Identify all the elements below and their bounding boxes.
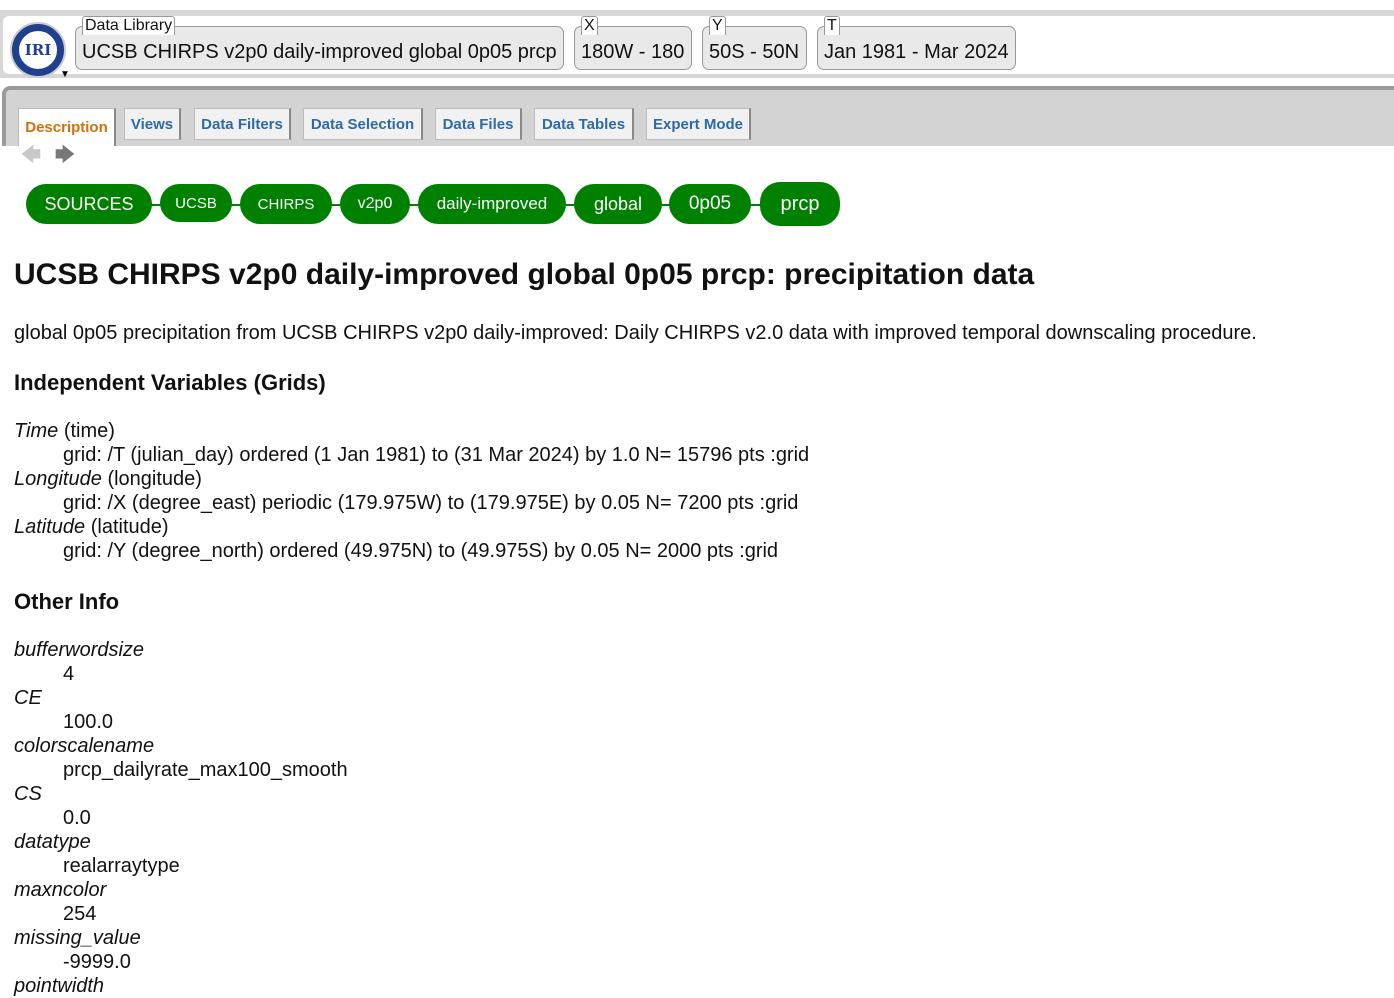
info-key: bufferwordsize <box>14 639 145 661</box>
variable-time: Time (time) <box>14 420 115 443</box>
variable-time-grid: grid: /T (julian_day) ordered (1 Jan 198… <box>63 444 810 466</box>
variable-time-name: Time <box>14 420 59 442</box>
breadcrumb-v2p0[interactable]: v2p0 <box>340 184 410 224</box>
breadcrumb-daily-improved[interactable]: daily-improved <box>418 184 566 224</box>
y-range-value: 50S - 50N <box>709 41 800 63</box>
info-key: CS <box>14 783 42 805</box>
back-arrow-icon[interactable]: 🡄 <box>20 144 42 168</box>
t-range-label: T <box>824 16 840 35</box>
tab-data-filters[interactable]: Data Filters <box>194 108 291 140</box>
variable-time-paren: (time) <box>63 420 115 442</box>
info-value: prcp_dailyrate_max100_smooth <box>63 759 348 781</box>
info-value: -9999.0 <box>63 951 131 973</box>
breadcrumb-sources[interactable]: SOURCES <box>26 184 152 224</box>
dataset-field[interactable]: Data Library UCSB CHIRPS v2p0 daily-impr… <box>75 16 564 70</box>
tab-data-files[interactable]: Data Files <box>435 108 522 140</box>
x-range-label: X <box>581 16 598 35</box>
dataset-field-value: UCSB CHIRPS v2p0 daily-improved global 0… <box>82 41 557 63</box>
x-range-field[interactable]: X 180W - 180 <box>574 16 692 70</box>
page-title: UCSB CHIRPS v2p0 daily-improved global 0… <box>14 258 1035 291</box>
variable-longitude-name: Longitude <box>14 468 102 490</box>
info-value: 4 <box>63 663 75 685</box>
iri-logo-text: IRI <box>17 29 59 71</box>
variable-latitude-paren: (latitude) <box>90 516 169 538</box>
iri-logo[interactable]: IRI <box>10 22 66 78</box>
x-range-value: 180W - 180 <box>581 41 685 63</box>
tab-expert-mode[interactable]: Expert Mode <box>646 108 751 140</box>
info-value: 100.0 <box>63 711 114 733</box>
variable-latitude: Latitude (latitude) <box>14 516 169 539</box>
breadcrumb-0p05[interactable]: 0p05 <box>669 184 751 224</box>
breadcrumb-global[interactable]: global <box>574 184 662 224</box>
info-value: 254 <box>63 903 97 925</box>
tab-views[interactable]: Views <box>124 108 181 140</box>
info-key: CE <box>14 687 42 709</box>
t-range-field[interactable]: T Jan 1981 - Mar 2024 <box>817 16 1016 70</box>
info-value: 0.0 <box>63 807 91 829</box>
forward-arrow-icon[interactable]: 🡆 <box>54 144 76 168</box>
info-key: colorscalename <box>14 735 155 757</box>
info-value: realarraytype <box>63 855 180 877</box>
dataset-description: global 0p05 precipitation from UCSB CHIR… <box>14 322 1257 344</box>
breadcrumb-ucsb[interactable]: UCSB <box>160 184 232 222</box>
info-key: maxncolor <box>14 879 107 901</box>
variable-latitude-grid: grid: /Y (degree_north) ordered (49.975N… <box>63 540 779 562</box>
y-range-label: Y <box>709 16 726 35</box>
y-range-field[interactable]: Y 50S - 50N <box>702 16 807 70</box>
other-info-heading: Other Info <box>14 589 120 614</box>
variable-latitude-name: Latitude <box>14 516 86 538</box>
variable-longitude-grid: grid: /X (degree_east) periodic (179.975… <box>63 492 799 514</box>
main-content: UCSB CHIRPS v2p0 daily-improved global 0… <box>14 258 1384 997</box>
breadcrumb-chirps[interactable]: CHIRPS <box>240 184 332 224</box>
tab-data-selection[interactable]: Data Selection <box>303 108 423 140</box>
breadcrumb-prcp[interactable]: prcp <box>760 182 840 226</box>
info-key: pointwidth <box>14 975 105 997</box>
variable-longitude-paren: (longitude) <box>107 468 202 490</box>
info-key: missing_value <box>14 927 141 949</box>
info-key: datatype <box>14 831 91 853</box>
logo-dropdown-icon[interactable]: ▼ <box>60 69 70 80</box>
variable-longitude: Longitude (longitude) <box>14 468 202 491</box>
dataset-field-label: Data Library <box>82 16 176 35</box>
independent-variables-heading: Independent Variables (Grids) <box>14 370 326 395</box>
t-range-value: Jan 1981 - Mar 2024 <box>824 41 1009 63</box>
tab-data-tables[interactable]: Data Tables <box>534 108 634 140</box>
